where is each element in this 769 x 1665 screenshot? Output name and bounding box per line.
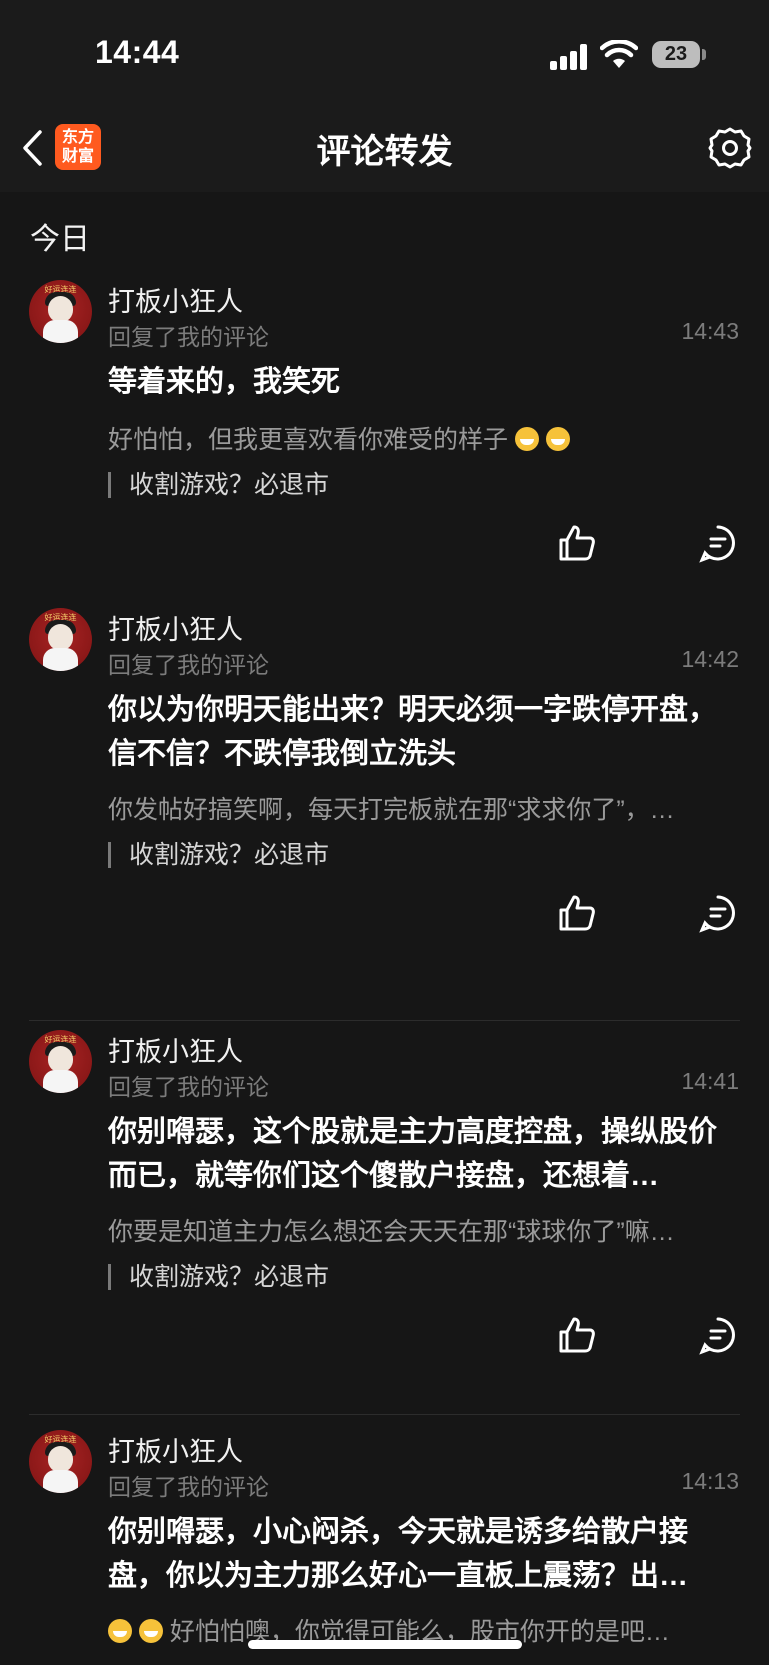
- comment-bubble-icon[interactable]: [698, 1315, 738, 1355]
- divider: [29, 1020, 740, 1021]
- grinning-emoji-icon: [545, 427, 570, 451]
- battery-tip: [702, 49, 706, 60]
- reply-content: 你发帖好搞笑啊，每天打完板就在那“求求你了”，…: [108, 796, 675, 824]
- action-text: 回复了我的评论: [108, 1474, 269, 1500]
- grinning-emoji-icon: [138, 1619, 163, 1643]
- comment-content[interactable]: 等着来的，我笑死: [108, 360, 738, 404]
- username[interactable]: 打板小狂人: [108, 1430, 243, 1469]
- divider: [29, 1414, 740, 1415]
- quoted-post[interactable]: 收割游戏？必退市: [108, 1264, 329, 1290]
- avatar[interactable]: 好运连连: [29, 1430, 92, 1493]
- comment-bubble-icon[interactable]: [698, 893, 738, 933]
- avatar[interactable]: 好运连连: [29, 608, 92, 671]
- quoted-post[interactable]: 收割游戏？必退市: [108, 842, 329, 868]
- comment-content[interactable]: 你以为你明天能出来？明天必须一字跌停开盘，信不信？不跌停我倒立洗头: [108, 688, 738, 776]
- action-text: 回复了我的评论: [108, 1074, 269, 1100]
- username[interactable]: 打板小狂人: [108, 608, 243, 647]
- status-time: 14:44: [95, 34, 180, 70]
- reply-content: 好怕怕，但我更喜欢看你难受的样子: [108, 420, 738, 456]
- thumbs-up-icon[interactable]: [557, 893, 597, 933]
- grinning-emoji-icon: [108, 1619, 132, 1643]
- thumbs-up-icon[interactable]: [557, 1315, 597, 1355]
- page-title: 评论转发: [316, 133, 453, 171]
- action-text: 回复了我的评论: [108, 652, 269, 678]
- avatar[interactable]: 好运连连: [29, 280, 92, 343]
- cellular-signal-icon: [550, 44, 592, 70]
- quoted-post[interactable]: 收割游戏？必退市: [108, 472, 329, 498]
- wifi-icon: [600, 40, 638, 68]
- nav-bar: 东方 财富 评论转发: [0, 100, 769, 192]
- battery-indicator: 23: [652, 41, 700, 68]
- reply-text: 好怕怕，但我更喜欢看你难受的样子: [108, 426, 509, 454]
- reply-content: 你要是知道主力怎么想还会天天在那“球球你了”嘛…: [108, 1218, 675, 1246]
- comment-bubble-icon[interactable]: [698, 523, 738, 563]
- action-text: 回复了我的评论: [108, 324, 269, 350]
- timestamp: 14:41: [681, 1068, 739, 1094]
- comment-content[interactable]: 你别嘚瑟，小心闷杀，今天就是诱多给散户接盘，你以为主力那么好心一直板上震荡？出…: [108, 1510, 738, 1598]
- section-header-today: 今日: [30, 223, 90, 256]
- status-bar: 14:44 23: [0, 0, 769, 100]
- username[interactable]: 打板小狂人: [108, 280, 243, 319]
- home-indicator[interactable]: [248, 1640, 522, 1649]
- username[interactable]: 打板小狂人: [108, 1030, 243, 1069]
- timestamp: 14:43: [681, 318, 739, 344]
- timestamp: 14:42: [681, 646, 739, 672]
- timestamp: 14:13: [681, 1468, 739, 1494]
- gear-icon[interactable]: [708, 126, 752, 170]
- grinning-emoji-icon: [514, 427, 539, 451]
- comment-content[interactable]: 你别嘚瑟，这个股就是主力高度控盘，操纵股价而已，就等你们这个傻散户接盘，还想着…: [108, 1110, 738, 1198]
- thumbs-up-icon[interactable]: [557, 523, 597, 563]
- avatar[interactable]: 好运连连: [29, 1030, 92, 1093]
